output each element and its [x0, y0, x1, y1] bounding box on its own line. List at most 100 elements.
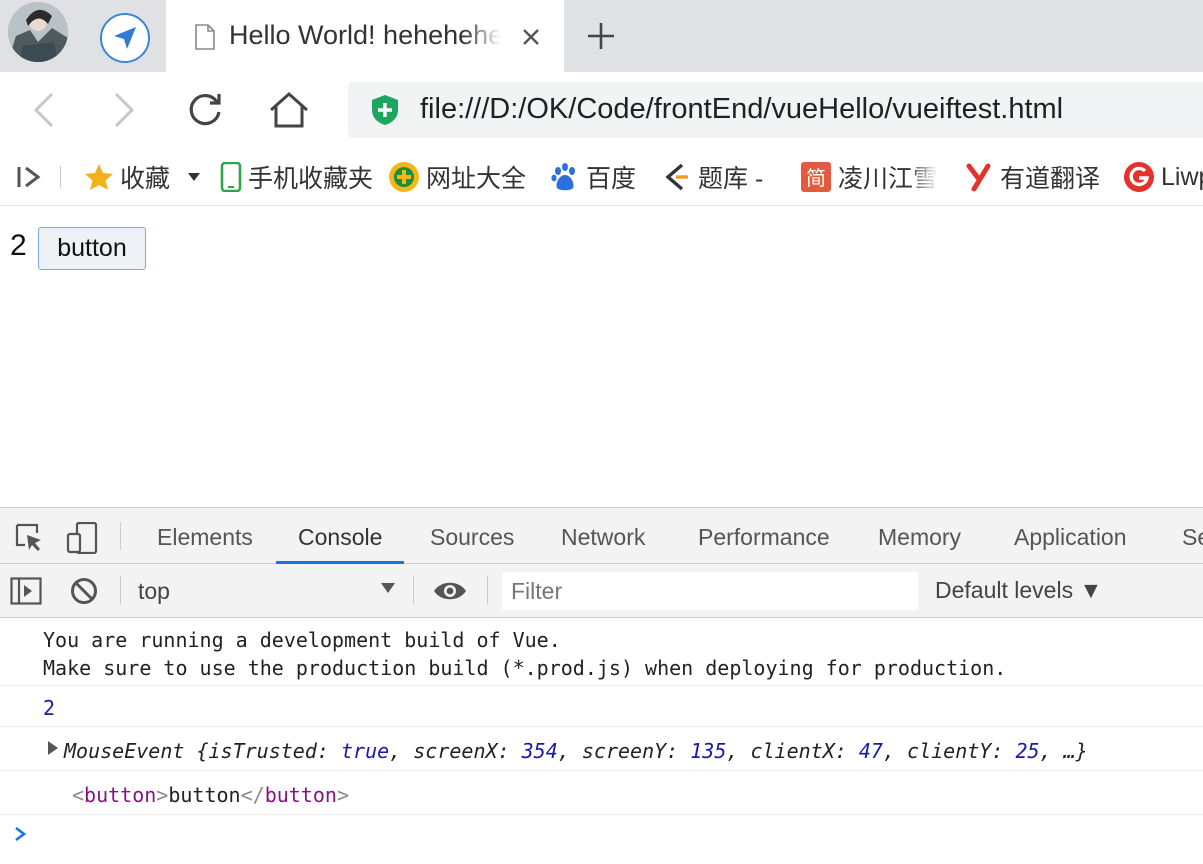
bookmarks-divider — [60, 166, 61, 188]
prop-key: clientX — [750, 739, 835, 763]
send-arrow-icon — [114, 27, 136, 49]
bookmark-question-bank[interactable]: 题库 - — [662, 160, 763, 194]
tab-active[interactable]: Hello World! hehehehehe — [166, 0, 564, 72]
counter-value: 2 — [10, 229, 27, 262]
question-bank-icon — [665, 163, 688, 191]
expand-triangle-icon[interactable] — [47, 741, 59, 755]
console-message-element[interactable]: <button>button</button> — [0, 771, 1203, 815]
element-preview[interactable]: <button>button</button> — [72, 783, 349, 807]
tab-performance[interactable]: Performance — [698, 508, 830, 564]
user-avatar[interactable] — [8, 2, 68, 62]
tab-network[interactable]: Network — [561, 508, 645, 564]
console-message-vue-warning: You are running a development build of V… — [0, 618, 1203, 686]
bookmark-lingchuan[interactable]: 简 凌川江雪 — [800, 160, 938, 194]
tag-open: button — [84, 783, 157, 807]
chevron-down-icon[interactable] — [380, 582, 396, 594]
logged-number: 2 — [43, 696, 56, 720]
message-text: Make sure to use the production build (*… — [43, 656, 1007, 680]
bookmark-favorites[interactable]: 收藏 — [84, 160, 201, 194]
prop-key: screenX — [413, 739, 498, 763]
object-type: MouseEvent — [64, 739, 185, 763]
prop-value: 135 — [690, 739, 727, 763]
device-toolbar-icon[interactable] — [66, 522, 98, 554]
devtools-panel: Elements Console Sources Network Perform… — [0, 507, 1203, 864]
youdao-icon — [966, 163, 991, 192]
bookmark-url-directory[interactable]: 网址大全 — [388, 160, 526, 194]
tab-elements[interactable]: Elements — [157, 508, 253, 564]
bookmark-label: 有道翻译 — [1000, 165, 1101, 193]
address-bar[interactable]: file:///D:/OK/Code/frontEnd/vueHello/vue… — [348, 82, 1203, 138]
console-toolbar: top Default levels ▼ — [0, 564, 1203, 618]
bookmark-baidu[interactable]: 百度 — [550, 160, 636, 194]
sidebar-toggle-icon[interactable] — [16, 165, 42, 189]
ellipsis: … — [1063, 739, 1076, 763]
page-viewport: 2 button — [0, 207, 1203, 507]
baidu-paw-icon — [551, 163, 575, 191]
bookmark-label: Liwp — [1161, 162, 1203, 191]
message-text: You are running a development build of V… — [43, 628, 561, 652]
tab-application[interactable]: Application — [1014, 508, 1127, 564]
console-toolbar-divider — [413, 576, 414, 604]
live-expression-eye-icon[interactable] — [433, 579, 467, 603]
bookmark-label: 收藏 — [120, 165, 171, 193]
bookmark-label: 百度 — [586, 165, 637, 193]
prop-key: screenY — [581, 739, 667, 763]
new-tab-plus-icon[interactable] — [585, 20, 617, 52]
prop-value: 25 — [1015, 739, 1040, 763]
home-icon[interactable] — [268, 90, 310, 130]
bookmark-label: 凌川江雪 — [838, 165, 939, 193]
devtools-tabbar: Elements Console Sources Network Perform… — [0, 508, 1203, 564]
security-shield-icon[interactable] — [370, 94, 400, 126]
inspect-element-icon[interactable] — [14, 522, 44, 552]
tab-console[interactable]: Console — [276, 508, 405, 564]
g-logo-icon — [1124, 162, 1154, 192]
reload-icon[interactable] — [186, 90, 224, 130]
bookmark-mobile-favorites[interactable]: 手机收藏夹 — [220, 160, 373, 194]
object-preview[interactable]: MouseEvent {isTrusted: true, screenX: 35… — [64, 739, 1088, 763]
bookmark-label: 网址大全 — [426, 165, 527, 193]
bookmark-liwp[interactable]: Liwp — [1123, 160, 1203, 194]
star-icon — [85, 164, 113, 190]
console-messages: You are running a development build of V… — [0, 618, 1203, 864]
prop-key: clientY — [907, 739, 992, 763]
svg-text:简: 简 — [806, 166, 826, 190]
tag-close: button — [264, 783, 337, 807]
tab-sources[interactable]: Sources — [430, 508, 514, 564]
chevron-down-icon[interactable] — [188, 173, 201, 181]
console-message-count: 2 — [0, 686, 1203, 727]
tab-title: Hello World! hehehehehe — [229, 20, 501, 50]
context-selector[interactable]: top — [138, 578, 170, 605]
prop-value: true — [340, 739, 390, 763]
navigation-toolbar: file:///D:/OK/Code/frontEnd/vueHello/vue… — [0, 72, 1203, 148]
close-icon[interactable] — [521, 27, 541, 47]
clear-console-icon[interactable] — [70, 577, 98, 605]
tab-security[interactable]: Se — [1182, 508, 1203, 564]
bookmark-label: 题库 - — [698, 165, 764, 193]
prop-value: 354 — [521, 739, 558, 763]
log-levels-dropdown[interactable]: Default levels ▼ — [935, 577, 1102, 604]
console-message-mouse-event[interactable]: MouseEvent {isTrusted: true, screenX: 35… — [0, 727, 1203, 771]
phone-icon — [220, 162, 242, 192]
bookmark-label: 手机收藏夹 — [248, 165, 374, 193]
prop-key: isTrusted — [208, 739, 317, 763]
bookmarks-bar: 收藏 手机收藏夹 网址大全 百度 题库 - 简 凌川江雪 有道翻译 Liw — [0, 148, 1203, 206]
document-icon — [195, 24, 215, 50]
devtools-divider — [120, 522, 121, 550]
url-text[interactable]: file:///D:/OK/Code/frontEnd/vueHello/vue… — [420, 93, 1063, 126]
console-prompt-chevron-icon[interactable] — [14, 826, 26, 842]
jian-icon: 简 — [801, 162, 831, 192]
forward-arrow-icon[interactable] — [112, 90, 138, 130]
bookmark-youdao[interactable]: 有道翻译 — [964, 160, 1100, 194]
directory-icon — [389, 162, 419, 192]
back-arrow-icon[interactable] — [30, 90, 56, 130]
prop-value: 47 — [858, 739, 883, 763]
navigation-extension-button[interactable] — [100, 13, 150, 63]
tab-memory[interactable]: Memory — [878, 508, 961, 564]
console-toolbar-divider — [487, 576, 488, 604]
page-button[interactable]: button — [38, 227, 146, 270]
console-toolbar-divider — [120, 576, 121, 604]
show-sidebar-icon[interactable] — [10, 577, 42, 605]
tab-strip: Hello World! hehehehehe — [0, 0, 1203, 72]
console-filter-input[interactable] — [502, 572, 918, 610]
element-text: button — [168, 783, 241, 807]
